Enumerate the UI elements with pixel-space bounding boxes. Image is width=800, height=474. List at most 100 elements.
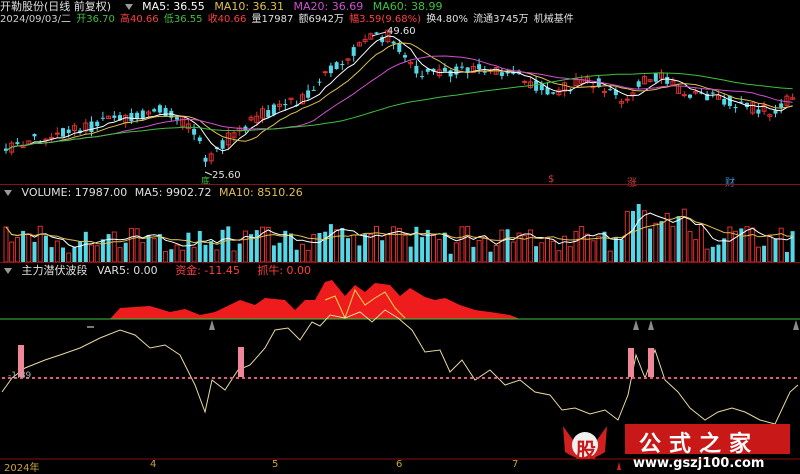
volume-bar [402,234,408,263]
dropdown-icon[interactable] [4,268,12,274]
candle-body [266,110,271,118]
reference-dot [764,377,767,379]
volume-bar [157,234,162,262]
reference-dot [260,377,263,379]
reference-dot [392,377,395,379]
candle-body [482,71,487,73]
reference-dot [146,377,149,379]
volume-bar [78,241,83,262]
reference-dot [2,377,5,379]
candle-body [522,80,528,83]
candle-body [551,92,556,94]
reference-dot [698,377,701,379]
reference-dot [572,377,575,379]
dropdown-icon[interactable] [4,190,12,196]
volume-bar [3,226,9,263]
volume-bar [203,244,208,262]
low-price-label: 25.60 [212,170,241,181]
reference-dot [44,377,47,379]
volume-bar [579,226,585,263]
reference-dot [176,377,179,379]
volume-bar [476,239,482,263]
reference-dot [566,377,569,379]
volume-bar [448,253,453,262]
volume-bar [408,246,413,262]
reference-dot [278,377,281,379]
volume-bar [277,242,282,262]
kline-chart[interactable] [0,0,800,473]
reference-dot [668,377,671,379]
event-tag-rise[interactable]: 涨 [627,174,637,189]
volume-bar [722,238,727,262]
volume-bar [465,225,471,263]
reference-dot [626,377,629,379]
reference-dot [266,377,269,379]
reference-dot [80,377,83,379]
reference-dot [206,377,209,379]
reference-dot [380,377,383,379]
candle-body [311,89,316,91]
candle-body [653,72,658,82]
volume-bar [755,246,761,263]
reference-dot [488,377,491,379]
candle-body [192,128,197,135]
candle-body [283,104,288,106]
indicator-grab: 抓牛: 0.00 [257,264,312,277]
volume-bar [61,247,65,262]
candle-body [100,117,105,119]
event-tag-finance[interactable]: 财 [725,174,735,189]
reference-dot [650,377,653,379]
candle-body [414,65,419,74]
oscillator-line [1,309,799,425]
reference-dot [662,377,665,379]
volume-bar [624,210,630,263]
reference-dot [434,377,437,379]
reference-dot [584,377,587,379]
reference-dot [56,377,59,379]
volume-bar [271,245,276,262]
reference-dot [452,377,455,379]
candle-body [129,113,134,122]
volume-bar [750,227,756,263]
reference-dot [416,377,419,379]
reference-dot [746,377,749,379]
volume-bar [590,240,596,263]
candle-body [374,32,379,34]
candle-body [608,89,613,91]
volume-bar [163,250,169,263]
volume-bar [123,242,128,262]
reference-dot [332,377,335,379]
volume-bar [676,216,681,262]
reference-dot [542,377,545,379]
volume-bar [128,227,134,263]
reference-dot [614,377,617,379]
volume-bar [573,230,579,263]
candle-body [66,129,71,134]
reference-dot [512,377,515,379]
volume-bar [550,240,556,263]
reference-dot [158,377,161,379]
volume-bar [567,246,573,263]
reference-dot [188,377,191,379]
candle-body [397,43,402,52]
reference-dot [710,377,713,379]
candle-body [157,105,162,113]
volume-bar [305,249,311,263]
volume-bar [744,226,750,263]
reference-dot [200,377,203,379]
reference-dot [794,377,797,379]
volume-bar [584,233,590,263]
indicator-name[interactable]: 主力潜伏波段 [22,264,88,277]
candle-body [243,126,248,131]
volume-bar [72,247,77,262]
reference-dot [524,377,527,379]
reference-dot [782,377,785,379]
volume-bar [505,229,510,262]
volume-bar [670,225,676,263]
candle-body [403,55,407,58]
volume-bar [26,233,32,263]
reference-dot [752,377,755,379]
volume-bar [363,234,368,262]
reference-dot [596,377,599,379]
reference-dot [122,377,125,379]
